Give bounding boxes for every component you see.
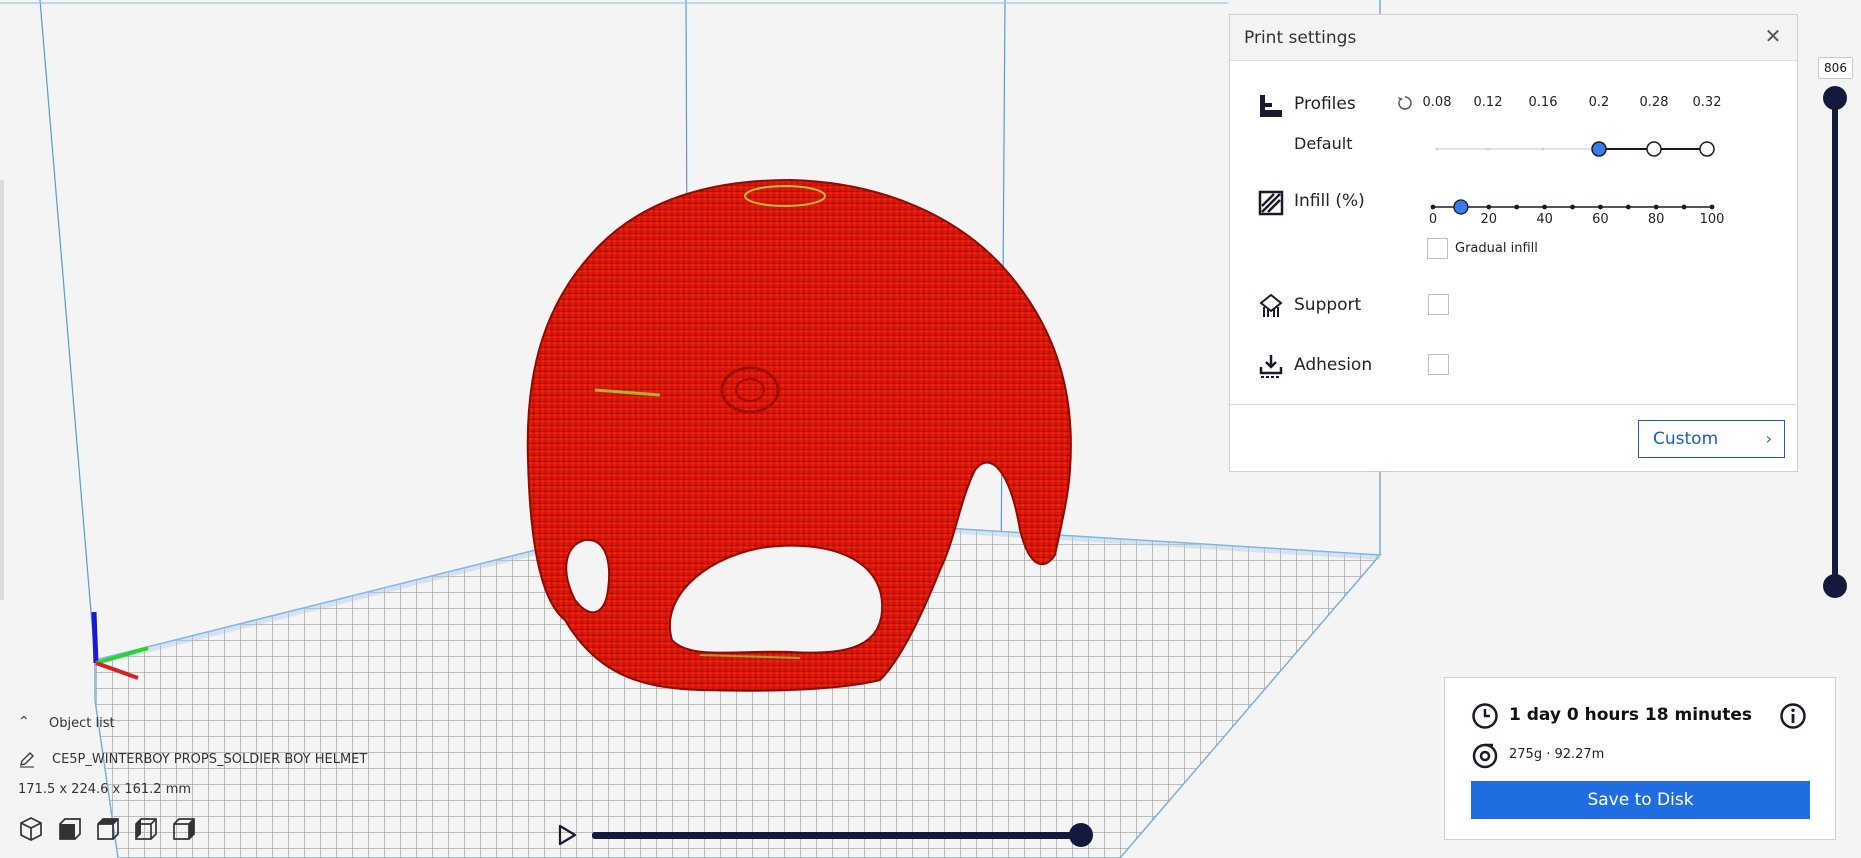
simulation-slider-track[interactable] — [592, 832, 1082, 839]
print-estimate-panel: 1 day 0 hours 18 minutes 275g · 92.27m S… — [1444, 677, 1836, 840]
support-label: Support — [1294, 295, 1362, 315]
infill-tick-label-20: 20 — [1480, 212, 1498, 227]
adhesion-icon — [1259, 355, 1283, 378]
layer-slider-bottom-handle[interactable] — [1823, 574, 1847, 598]
adhesion-checkbox[interactable] — [1428, 354, 1449, 375]
infill-tick — [1653, 204, 1659, 210]
layer-height-slider[interactable] — [1230, 133, 1799, 165]
layer-height-option[interactable] — [1646, 141, 1662, 157]
infill-tick — [1681, 204, 1687, 210]
infill-tick — [1514, 204, 1520, 210]
layer-height-selected-handle[interactable] — [1591, 141, 1607, 157]
infill-tick-label-80: 80 — [1647, 212, 1665, 227]
layer-height-label-0.12: 0.12 — [1473, 95, 1503, 110]
simulation-slider-handle[interactable] — [1069, 823, 1093, 847]
material-usage: 275g · 92.27m — [1509, 747, 1605, 762]
left-panel-edge — [0, 180, 4, 600]
object-list-header[interactable]: Object list — [49, 716, 115, 731]
print-settings-title: Print settings — [1244, 28, 1357, 48]
support-checkbox[interactable] — [1428, 294, 1449, 315]
layer-height-tick — [1435, 147, 1439, 151]
layer-height-label-0.08: 0.08 — [1422, 95, 1452, 110]
spool-icon — [1472, 743, 1498, 769]
reset-icon[interactable] — [1396, 94, 1414, 112]
layer-height-label-0.2: 0.2 — [1588, 95, 1610, 110]
support-icon — [1259, 293, 1283, 317]
layer-height-tick — [1486, 147, 1490, 151]
print-time: 1 day 0 hours 18 minutes — [1509, 705, 1753, 725]
profiles-icon — [1260, 95, 1282, 117]
layer-height-label-0.28: 0.28 — [1639, 95, 1669, 110]
custom-button[interactable]: Custom › — [1638, 420, 1785, 458]
play-icon[interactable] — [555, 822, 579, 848]
layer-height-tick — [1541, 147, 1545, 151]
layer-height-label-0.16: 0.16 — [1528, 95, 1558, 110]
infill-tick-label-40: 40 — [1536, 212, 1553, 227]
infill-slider-handle[interactable] — [1453, 199, 1469, 215]
layer-value-box[interactable]: 806 — [1818, 57, 1853, 79]
layer-slider-track[interactable] — [1832, 96, 1838, 586]
infill-tick — [1709, 204, 1715, 210]
layer-height-option[interactable] — [1699, 141, 1715, 157]
print-settings-header: Print settings ✕ — [1230, 15, 1797, 61]
profiles-label: Profiles — [1294, 94, 1356, 114]
chevron-right-icon: › — [1765, 429, 1772, 448]
infill-tick — [1486, 204, 1492, 210]
infill-tick — [1542, 204, 1547, 210]
layer-slider-top-handle[interactable] — [1823, 86, 1847, 110]
infill-tick — [1625, 204, 1631, 210]
adhesion-label: Adhesion — [1294, 355, 1373, 375]
top-view-icon[interactable] — [95, 816, 121, 842]
infill-tick — [1598, 204, 1603, 210]
save-to-disk-button[interactable]: Save to Disk — [1471, 781, 1810, 819]
gradual-infill-label: Gradual infill — [1455, 241, 1538, 256]
close-icon[interactable]: ✕ — [1761, 24, 1785, 48]
object-name[interactable]: CE5P_WINTERBOY PROPS_SOLDIER BOY HELMET — [52, 752, 367, 767]
info-icon[interactable] — [1779, 702, 1807, 730]
gradual-infill-checkbox[interactable] — [1427, 238, 1448, 259]
custom-button-label: Custom — [1653, 429, 1719, 449]
infill-tick-label-100: 100 — [1699, 212, 1725, 227]
infill-tick — [1570, 204, 1575, 210]
infill-tick-label-60: 60 — [1592, 212, 1609, 227]
clock-icon — [1472, 703, 1498, 729]
print-settings-panel: Print settings ✕ Profiles Default 0.08 0.… — [1229, 14, 1798, 472]
front-view-icon[interactable] — [57, 816, 83, 842]
infill-tick-label-0: 0 — [1428, 212, 1438, 227]
layer-height-label-0.32: 0.32 — [1692, 95, 1722, 110]
chevron-up-icon[interactable]: ⌃ — [18, 714, 30, 730]
pencil-icon[interactable] — [18, 750, 36, 768]
3d-view-icon[interactable] — [18, 816, 44, 842]
infill-tick — [1430, 204, 1436, 210]
left-view-icon[interactable] — [133, 816, 159, 842]
panel-divider — [1230, 404, 1797, 405]
right-view-icon[interactable] — [171, 816, 197, 842]
object-dimensions: 171.5 x 224.6 x 161.2 mm — [18, 782, 192, 797]
